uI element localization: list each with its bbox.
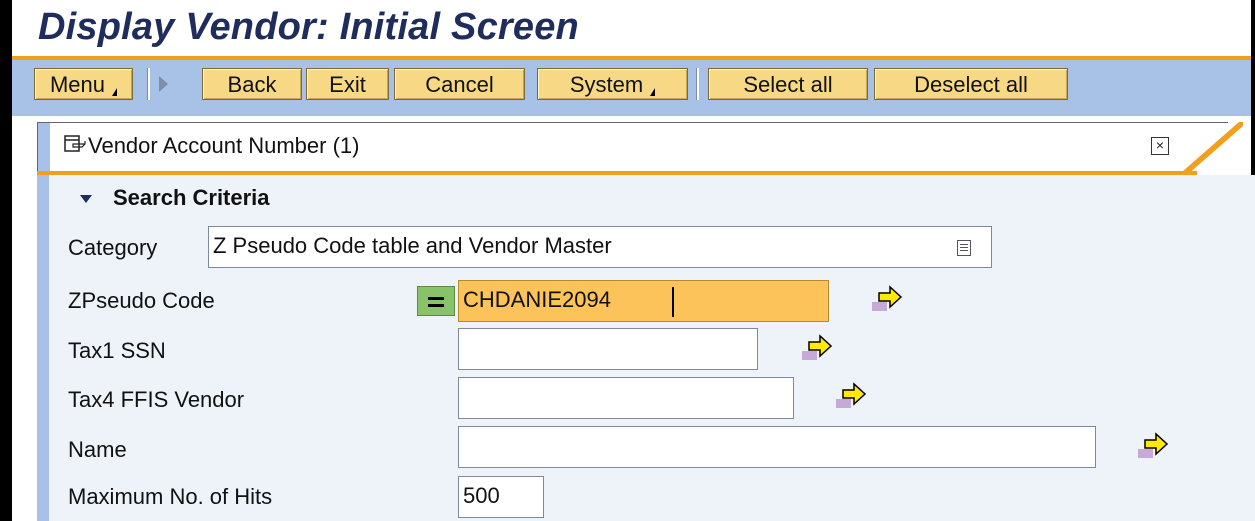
deselect-all-button[interactable]: Deselect all — [874, 68, 1068, 100]
name-label: Name — [68, 437, 127, 462]
equals-operator-icon[interactable] — [417, 286, 455, 316]
toolbar-separator — [696, 68, 699, 100]
system-button-label: System — [569, 72, 644, 97]
menu-button[interactable]: Menu — [34, 68, 133, 100]
system-button[interactable]: System — [537, 68, 688, 100]
toolbar-separator — [147, 68, 150, 100]
exit-button[interactable]: Exit — [306, 68, 389, 100]
window-frame-left — [0, 0, 12, 521]
zpseudo-code-label: ZPseudo Code — [68, 288, 215, 313]
tax4-ffis-vendor-input[interactable] — [458, 377, 794, 419]
toolbar: Menu Back Exit Cancel System Select all … — [12, 60, 1251, 116]
back-button[interactable]: Back — [202, 68, 302, 100]
zpseudo-code-input[interactable]: CHDANIE2094 — [458, 280, 829, 322]
dialog-header-corner — [1183, 122, 1243, 175]
toolbar-expand-icon — [159, 76, 168, 92]
dialog-header-accent — [38, 123, 50, 173]
cancel-button[interactable]: Cancel — [394, 68, 525, 100]
menu-dropdown-icon — [107, 88, 118, 96]
maximum-hits-input[interactable]: 500 — [458, 476, 544, 518]
category-label: Category — [68, 235, 158, 260]
popup-window-icon — [64, 135, 86, 152]
close-icon[interactable]: × — [1151, 137, 1169, 155]
multiple-selection-arrow-icon[interactable] — [872, 283, 906, 313]
dialog-body-accent — [37, 175, 49, 521]
list-select-icon[interactable] — [957, 240, 971, 256]
tax1-ssn-input[interactable] — [458, 328, 758, 370]
name-input[interactable] — [458, 426, 1096, 468]
text-cursor — [672, 287, 674, 317]
multiple-selection-arrow-icon[interactable] — [802, 332, 836, 362]
triangle-down-icon[interactable] — [80, 195, 92, 203]
tax4-ffis-vendor-label: Tax4 FFIS Vendor — [68, 387, 245, 412]
system-dropdown-icon — [645, 88, 656, 96]
section-title-search-criteria: Search Criteria — [113, 185, 270, 210]
menu-button-label: Menu — [49, 72, 106, 97]
category-select[interactable]: Z Pseudo Code table and Vendor Master — [208, 226, 992, 268]
multiple-selection-arrow-icon[interactable] — [1138, 430, 1172, 460]
maximum-hits-label: Maximum No. of Hits — [68, 484, 273, 509]
multiple-selection-arrow-icon[interactable] — [836, 380, 870, 410]
select-all-button[interactable]: Select all — [708, 68, 868, 100]
page-title: Display Vendor: Initial Screen — [38, 6, 579, 48]
dialog-title: Vendor Account Number (1) — [88, 133, 360, 158]
tax1-ssn-label: Tax1 SSN — [68, 338, 166, 363]
